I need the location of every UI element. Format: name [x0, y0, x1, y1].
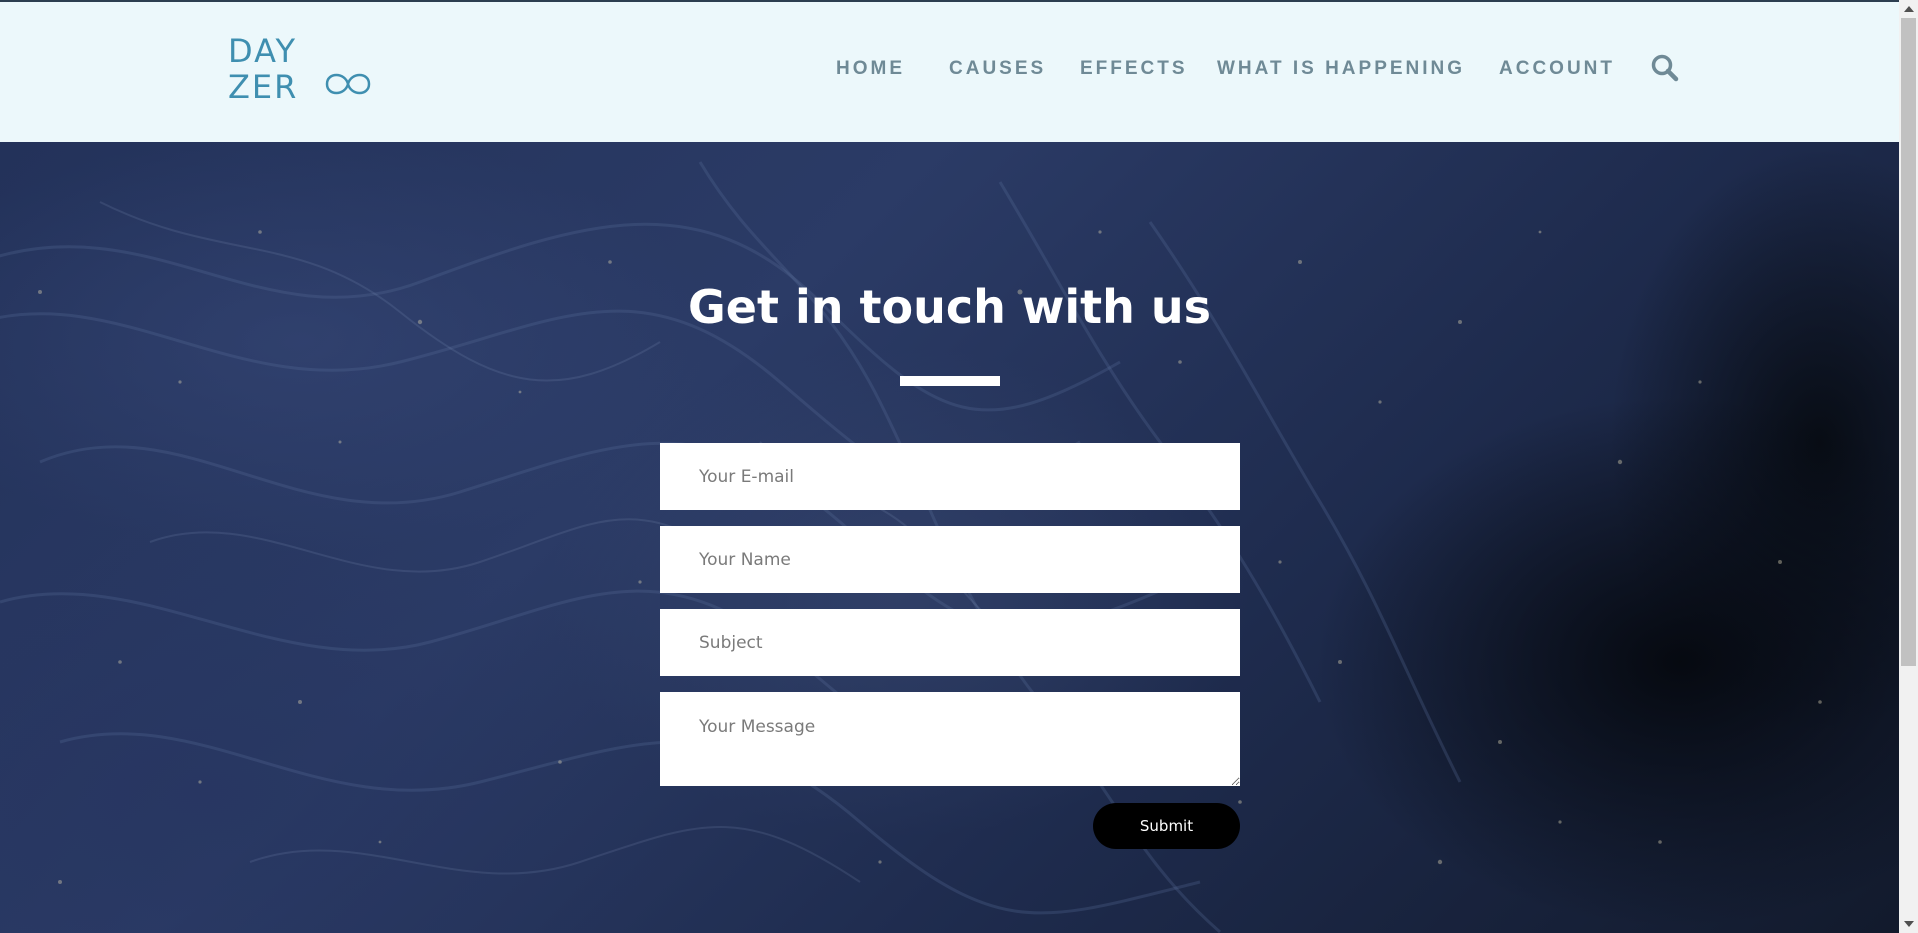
nav-what-is-happening[interactable]: WHAT IS HAPPENING	[1217, 54, 1465, 84]
nav-effects[interactable]: EFFECTS	[1080, 54, 1188, 84]
nav-causes[interactable]: CAUSES	[949, 54, 1046, 84]
nav-home[interactable]: HOME	[836, 54, 905, 84]
main-nav: HOME CAUSES EFFECTS WHAT IS HAPPENING AC…	[0, 54, 1899, 84]
search-button[interactable]	[1650, 53, 1680, 83]
title-divider	[900, 376, 1000, 386]
scroll-down-arrow-icon[interactable]	[1904, 921, 1914, 927]
page-scrollbar[interactable]	[1899, 0, 1918, 933]
subject-field[interactable]	[660, 609, 1240, 676]
name-field[interactable]	[660, 526, 1240, 593]
message-field[interactable]	[660, 692, 1240, 786]
email-field[interactable]	[660, 443, 1240, 510]
search-icon	[1651, 54, 1679, 82]
scrollbar-thumb[interactable]	[1901, 18, 1916, 666]
scroll-up-arrow-icon[interactable]	[1904, 6, 1914, 12]
nav-account[interactable]: ACCOUNT	[1499, 54, 1615, 84]
site-header: DAY ZER HOME CAUSES EFFECTS WHAT IS HAPP…	[0, 0, 1899, 142]
submit-button[interactable]: Submit	[1093, 803, 1240, 849]
contact-title: Get in touch with us	[687, 280, 1211, 334]
